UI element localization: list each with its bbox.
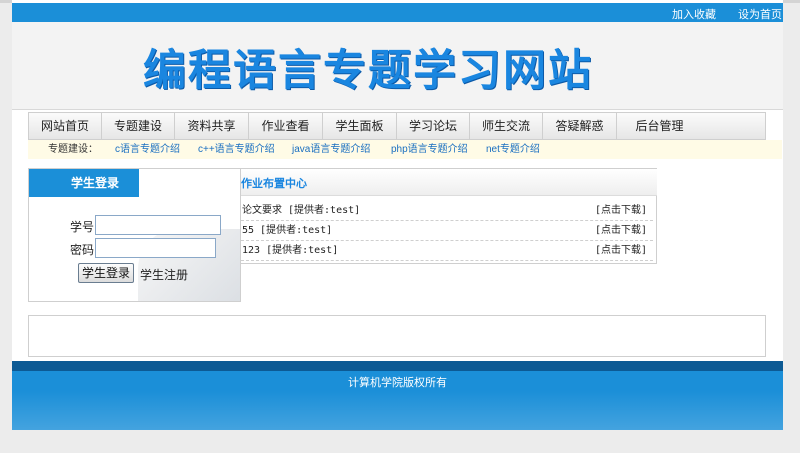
- subnav-link-cpp[interactable]: c++语言专题介绍: [198, 140, 275, 159]
- password-label: 密码: [70, 243, 95, 257]
- nav-communication[interactable]: 师生交流: [470, 113, 543, 139]
- site-footer: 计算机学院版权所有: [12, 361, 783, 430]
- copyright-text: 计算机学院版权所有: [348, 377, 447, 389]
- download-link[interactable]: [点击下载]: [595, 201, 647, 221]
- nav-resources[interactable]: 资料共享: [175, 113, 249, 139]
- subnav-link-net[interactable]: net专题介绍: [486, 140, 540, 159]
- homework-title: 55 [提供者:test]: [242, 225, 333, 236]
- homework-center-title: 作业布置中心: [241, 178, 307, 190]
- top-bar: 加入收藏 设为首页: [12, 3, 783, 22]
- login-title: 学生登录: [29, 169, 139, 197]
- download-link[interactable]: [点击下载]: [595, 241, 647, 261]
- download-link[interactable]: [点击下载]: [595, 221, 647, 241]
- subnav-link-php[interactable]: php语言专题介绍: [391, 140, 468, 159]
- subnav-label: 专题建设：: [48, 144, 98, 155]
- set-homepage-link[interactable]: 设为首页: [738, 6, 782, 22]
- student-login-panel: 学生登录 学号 密码 学生登录 学生注册: [28, 168, 241, 302]
- nav-home[interactable]: 网站首页: [29, 113, 102, 139]
- homework-center-panel: 作业布置中心 论文要求 [提供者:test] [点击下载] 55 [提供者:te…: [241, 168, 657, 264]
- homework-title: 论文要求 [提供者:test]: [242, 205, 361, 216]
- nav-forum[interactable]: 学习论坛: [397, 113, 470, 139]
- student-register-link[interactable]: 学生注册: [140, 266, 188, 283]
- site-banner: 编程语言专题学习网站: [12, 22, 783, 110]
- nav-topics[interactable]: 专题建设: [102, 113, 175, 139]
- subnav-link-c[interactable]: c语言专题介绍: [115, 140, 180, 159]
- footer-glow: [12, 391, 783, 430]
- student-id-label: 学号: [70, 220, 95, 234]
- nav-homework[interactable]: 作业查看: [249, 113, 323, 139]
- homework-center-header: 作业布置中心: [241, 169, 657, 196]
- add-favorite-link[interactable]: 加入收藏: [672, 6, 716, 22]
- topic-subnav: 专题建设： c语言专题介绍 c++语言专题介绍 java语言专题介绍 php语言…: [28, 140, 782, 159]
- homework-row: 论文要求 [提供者:test] [点击下载]: [241, 201, 653, 221]
- nav-admin[interactable]: 后台管理: [617, 113, 702, 139]
- password-input[interactable]: [95, 238, 216, 258]
- nav-qa[interactable]: 答疑解惑: [543, 113, 617, 139]
- homework-row: 55 [提供者:test] [点击下载]: [241, 221, 653, 241]
- subnav-link-java[interactable]: java语言专题介绍: [292, 140, 370, 159]
- site-title: 编程语言专题学习网站: [143, 46, 593, 96]
- content-box: [28, 315, 766, 357]
- homework-title: 123 [提供者:test]: [242, 245, 339, 256]
- page-frame: 加入收藏 设为首页 编程语言专题学习网站 网站首页 专题建设 资料共享 作业查看…: [12, 0, 783, 430]
- main-nav: 网站首页 专题建设 资料共享 作业查看 学生面板 学习论坛 师生交流 答疑解惑 …: [28, 112, 766, 140]
- nav-student-panel[interactable]: 学生面板: [323, 113, 397, 139]
- homework-row: 123 [提供者:test] [点击下载]: [241, 241, 653, 261]
- student-id-input[interactable]: [95, 215, 221, 235]
- student-login-button[interactable]: 学生登录: [78, 263, 134, 283]
